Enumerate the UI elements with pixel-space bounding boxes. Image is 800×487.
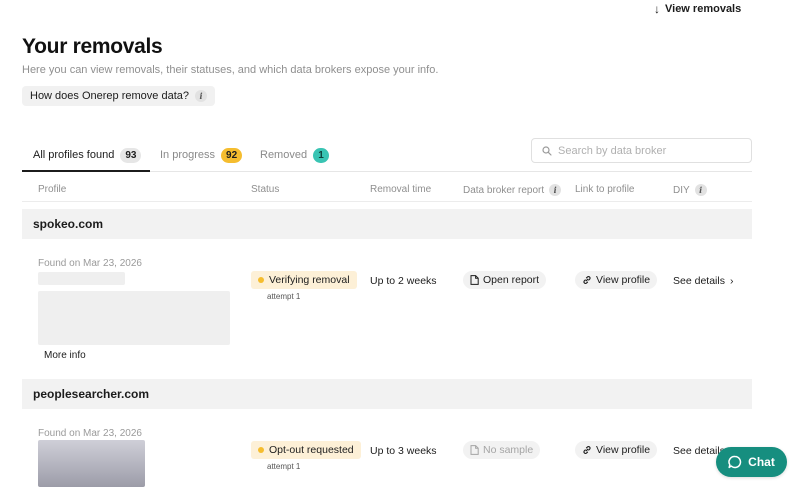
chat-button[interactable]: Chat [716, 447, 787, 477]
info-icon[interactable]: i [694, 184, 707, 196]
attempt-label: attempt 1 [267, 462, 301, 471]
tab-all-profiles-label: All profiles found [33, 149, 115, 161]
link-icon [583, 276, 591, 284]
removal-time: Up to 3 weeks [370, 445, 437, 457]
chevron-right-icon: › [729, 275, 734, 287]
how-remove-data-button[interactable]: How does Onerep remove data? i [22, 86, 215, 106]
column-profile: Profile [38, 184, 67, 195]
view-profile-button[interactable]: View profile [575, 441, 658, 459]
chat-bubble-icon [728, 455, 742, 469]
view-removals-button[interactable]: ↓ View removals [646, 0, 752, 18]
search-icon [542, 145, 552, 156]
tab-removed-label: Removed [260, 149, 308, 161]
tab-all-profiles[interactable]: All profiles found 93 [33, 142, 142, 168]
blurred-photo [38, 440, 145, 487]
broker-header: peoplesearcher.com [22, 379, 752, 409]
page-title: Your removals [22, 35, 163, 58]
found-date: Found on Mar 23, 2026 [38, 428, 142, 439]
how-remove-data-label: How does Onerep remove data? [30, 90, 189, 102]
search-box[interactable] [531, 138, 752, 163]
status-label: Opt-out requested [269, 444, 354, 456]
tab-in-progress-count: 92 [221, 147, 243, 163]
see-details-label: See details [673, 275, 725, 287]
column-link: Link to profile [575, 184, 635, 195]
tab-removed-count: 1 [313, 147, 330, 163]
blurred-name [38, 272, 125, 285]
status-dot [258, 277, 264, 283]
page-subtitle: Here you can view removals, their status… [22, 64, 439, 76]
view-profile-label: View profile [596, 444, 651, 456]
status-dot [258, 447, 264, 453]
document-icon [470, 275, 479, 285]
no-sample-label: No sample [483, 444, 534, 456]
column-diy: DIY [673, 184, 690, 196]
status-label: Verifying removal [269, 274, 350, 286]
info-icon[interactable]: i [549, 184, 562, 196]
open-report-button[interactable]: Open report [463, 271, 547, 289]
attempt-label: attempt 1 [267, 292, 301, 301]
found-date: Found on Mar 23, 2026 [38, 258, 142, 269]
column-report: Data broker report [463, 184, 545, 196]
tab-in-progress[interactable]: In progress 92 [160, 142, 243, 168]
active-tab-indicator [22, 170, 150, 172]
tab-in-progress-label: In progress [160, 149, 216, 161]
see-details-link[interactable]: See details › [673, 275, 733, 287]
status-badge: Opt-out requested [251, 441, 361, 459]
column-report-header: Data broker report i [463, 184, 562, 196]
header-divider [22, 201, 752, 202]
chat-label: Chat [748, 455, 775, 469]
column-diy-header: DIY i [673, 184, 707, 196]
view-profile-button[interactable]: View profile [575, 271, 658, 289]
search-input[interactable] [558, 144, 738, 157]
arrow-down-icon: ↓ [654, 2, 660, 16]
link-icon [583, 446, 591, 454]
view-profile-label: View profile [596, 274, 651, 286]
status-badge: Verifying removal [251, 271, 357, 289]
tab-removed[interactable]: Removed 1 [260, 142, 330, 168]
no-sample-button: No sample [463, 441, 541, 459]
column-status: Status [251, 184, 280, 195]
blurred-details [38, 291, 230, 345]
tab-all-profiles-count: 93 [120, 147, 142, 163]
document-icon [470, 445, 479, 455]
more-info-button[interactable]: More info [38, 347, 92, 363]
open-report-label: Open report [483, 274, 540, 286]
view-removals-label: View removals [665, 3, 742, 15]
column-removal-time: Removal time [370, 184, 432, 195]
broker-header: spokeo.com [22, 209, 752, 239]
removal-time: Up to 2 weeks [370, 275, 437, 287]
info-icon: i [194, 90, 207, 102]
